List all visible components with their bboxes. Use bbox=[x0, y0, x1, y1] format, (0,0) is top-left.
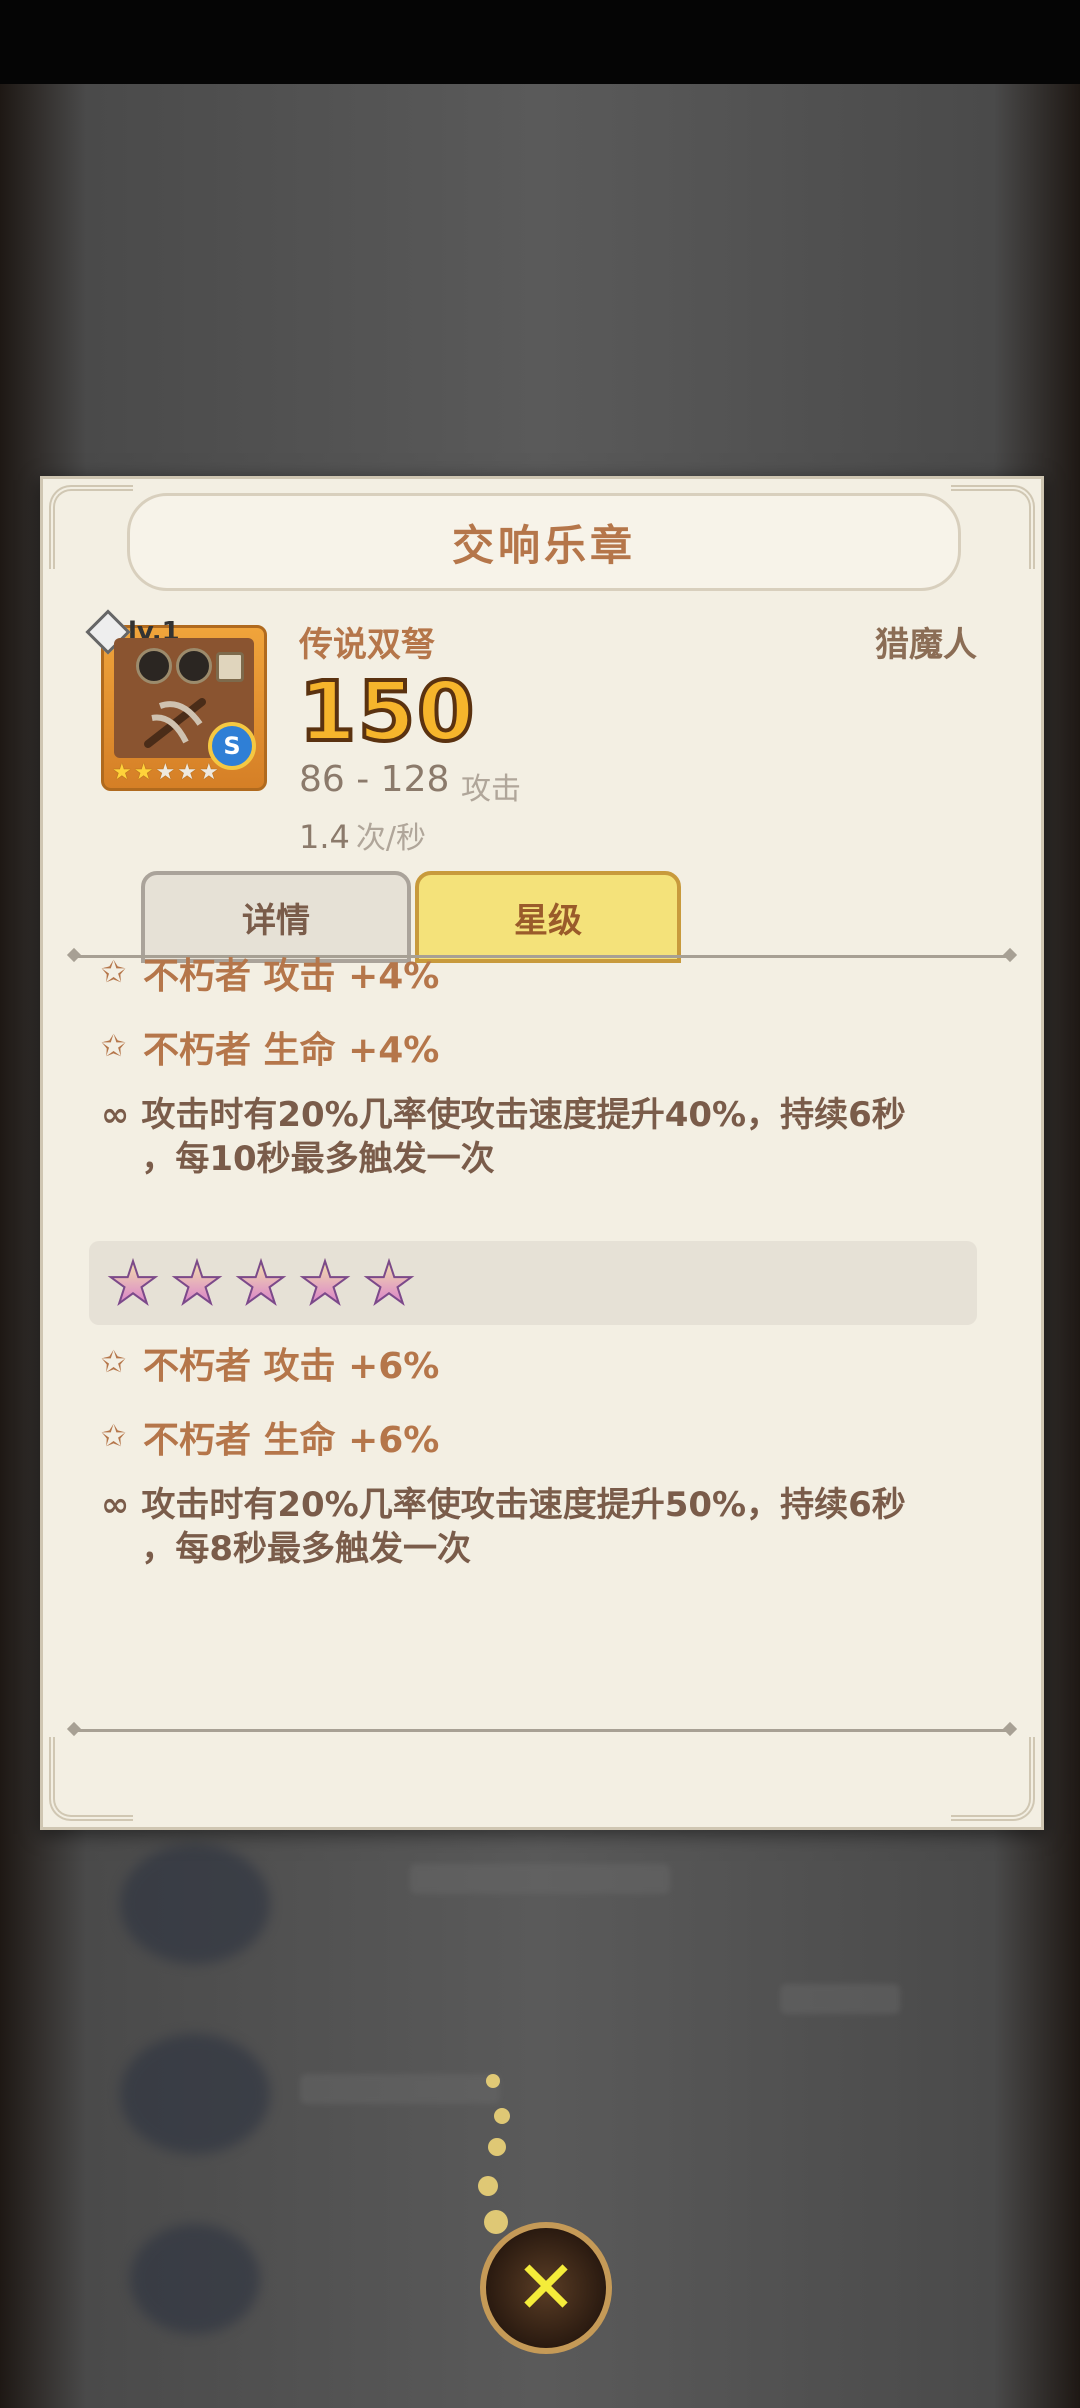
star-empty-icon: ★ bbox=[198, 760, 219, 785]
speed-value: 1.4 bbox=[299, 818, 350, 856]
skill-row: ∞ 攻击时有20%几率使攻击速度提升40%，持续6秒 ，每10秒最多触发一次 bbox=[101, 1093, 1001, 1181]
divider bbox=[73, 1729, 1011, 1732]
dialog-title: 交响乐章 bbox=[451, 520, 636, 570]
star-empty-icon: ★ bbox=[155, 760, 176, 785]
sparkle bbox=[488, 2138, 506, 2156]
close-x-icon: ✕ bbox=[514, 2245, 577, 2331]
ornament-corner bbox=[951, 485, 1035, 569]
item-icon[interactable]: lv.1 S ★ ★ ★ ★ ★ bbox=[85, 609, 267, 791]
star-outline-icon: ✩ bbox=[101, 955, 127, 990]
skill-row: ∞ 攻击时有20%几率使攻击速度提升50%，持续6秒 ，每8秒最多触发一次 bbox=[101, 1483, 1001, 1571]
socket-icon bbox=[176, 648, 212, 684]
speed-unit: 次/秒 bbox=[355, 821, 426, 856]
skill-text-line1: 攻击时有20%几率使攻击速度提升40%，持续6秒 bbox=[141, 1095, 906, 1135]
rarity-stars: ★ ★ ★ ★ ★ bbox=[112, 762, 219, 784]
lock-icon bbox=[216, 652, 244, 682]
attack-range: 86 - 128 bbox=[299, 759, 450, 800]
gem-sockets bbox=[136, 648, 244, 684]
star-icon: ★ bbox=[298, 1249, 352, 1317]
tab-star-level[interactable]: 星级 bbox=[415, 871, 681, 963]
stat-text: 不朽者 攻击 +4% bbox=[143, 956, 440, 997]
stat-row: ✩ 不朽者 攻击 +4% bbox=[101, 947, 439, 999]
skill-text-line1: 攻击时有20%几率使攻击速度提升50%，持续6秒 bbox=[141, 1485, 906, 1525]
star-empty-icon: ★ bbox=[177, 760, 197, 785]
socket-icon bbox=[136, 648, 172, 684]
sparkle bbox=[486, 2074, 500, 2088]
sparkle bbox=[478, 2176, 498, 2196]
skill-text-line2: ，每10秒最多触发一次 bbox=[141, 1139, 495, 1179]
ornament-corner bbox=[951, 1737, 1035, 1821]
sparkle bbox=[494, 2108, 510, 2124]
crossbow-icon bbox=[144, 698, 206, 748]
ornament-corner bbox=[49, 485, 133, 569]
stat-text: 不朽者 攻击 +6% bbox=[143, 1346, 440, 1387]
attack-speed: 1.4 次/秒 bbox=[299, 813, 426, 857]
star-icon: ★ bbox=[234, 1249, 288, 1317]
item-name: 传说双弩 bbox=[299, 625, 435, 665]
star-outline-icon: ✩ bbox=[101, 1419, 127, 1454]
skill-text-line2: ，每8秒最多触发一次 bbox=[141, 1529, 471, 1569]
attack-label: 攻击 bbox=[461, 772, 521, 807]
sparkle bbox=[484, 2210, 508, 2234]
stat-row: ✩ 不朽者 攻击 +6% bbox=[101, 1337, 439, 1389]
star-filled-icon: ★ bbox=[112, 760, 132, 785]
star-tier-header: ★ ★ ★ ★ ★ bbox=[89, 1241, 977, 1325]
status-bar bbox=[0, 0, 1080, 84]
power-value: 150 bbox=[297, 663, 477, 762]
stat-text: 不朽者 生命 +6% bbox=[143, 1420, 440, 1461]
star-icon: ★ bbox=[106, 1249, 160, 1317]
stat-row: ✩ 不朽者 生命 +6% bbox=[101, 1411, 439, 1463]
infinity-icon: ∞ bbox=[101, 1095, 130, 1135]
star-icon: ★ bbox=[170, 1249, 224, 1317]
item-detail-dialog: 交响乐章 lv.1 S ★ ★ ★ ★ ★ 传说双弩 猎魔人 150 86 - … bbox=[40, 476, 1044, 1830]
star-icon: ★ bbox=[362, 1249, 416, 1317]
star-outline-icon: ✩ bbox=[101, 1029, 127, 1064]
close-button[interactable]: ✕ bbox=[480, 2222, 612, 2354]
star-outline-icon: ✩ bbox=[101, 1345, 127, 1380]
dialog-title-bar: 交响乐章 bbox=[127, 493, 961, 591]
star-filled-icon: ★ bbox=[133, 760, 154, 785]
ornament-corner bbox=[49, 1737, 133, 1821]
stat-text: 不朽者 生命 +4% bbox=[143, 1030, 440, 1071]
infinity-icon: ∞ bbox=[101, 1485, 130, 1525]
stat-row: ✩ 不朽者 生命 +4% bbox=[101, 1021, 439, 1073]
item-class: 猎魔人 bbox=[875, 625, 977, 665]
